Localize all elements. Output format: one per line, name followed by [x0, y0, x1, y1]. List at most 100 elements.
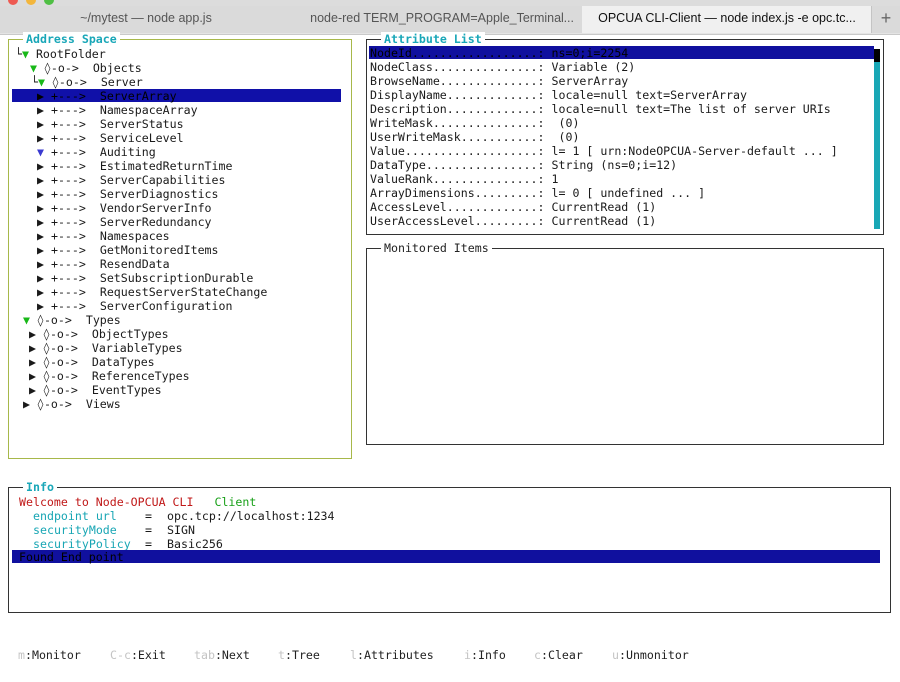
tree-node-rootfolder[interactable]: └▼ RootFolder — [15, 47, 106, 61]
collapsed-triangle-icon[interactable]: ▶ — [37, 229, 51, 243]
tree-node-label: Types — [85, 313, 121, 327]
tree-node-setsubscriptiondurable[interactable]: ▶ +---> SetSubscriptionDurable — [37, 271, 253, 285]
tree-node-namespacearray[interactable]: ▶ +---> NamespaceArray — [37, 103, 198, 117]
new-tab-plus-icon[interactable]: + — [871, 6, 900, 33]
attribute-scrollbar-thumb[interactable] — [874, 49, 880, 62]
tree-node-objects[interactable]: ▼ ◊-o-> Objects — [23, 61, 142, 75]
collapsed-triangle-icon[interactable]: ▶ — [37, 103, 51, 117]
tree-node-requestserverstatechange[interactable]: ▶ +---> RequestServerStateChange — [37, 285, 267, 299]
minimize-window-icon[interactable] — [26, 0, 36, 5]
collapsed-triangle-icon[interactable]: ▶ — [37, 257, 51, 271]
tree-node-resenddata[interactable]: ▶ +---> ResendData — [37, 257, 170, 271]
attribute-row[interactable]: DisplayName.............: locale=null te… — [370, 88, 747, 102]
tree-node-objecttypes[interactable]: ▶ ◊-o-> ObjectTypes — [29, 327, 169, 341]
collapsed-triangle-icon[interactable]: ▶ — [37, 285, 51, 299]
collapsed-triangle-icon[interactable]: ▶ — [37, 173, 51, 187]
collapsed-triangle-icon[interactable]: ▶ — [29, 383, 43, 397]
expanded-triangle-icon[interactable]: ▼ — [30, 61, 44, 75]
expanded-triangle-icon[interactable]: ▼ — [38, 75, 52, 89]
attribute-row[interactable]: NodeClass...............: Variable (2) — [370, 60, 635, 74]
tree-node-label: SetSubscriptionDurable — [99, 271, 254, 285]
tab-opcua-cli[interactable]: OPCUA CLI-Client — node index.js -e opc.… — [582, 6, 873, 33]
collapsed-triangle-icon[interactable]: ▶ — [37, 201, 51, 215]
collapsed-triangle-icon[interactable]: ▶ — [37, 271, 51, 285]
tree-node-views[interactable]: ▶ ◊-o-> Views — [23, 397, 121, 411]
tree-node-serverconfiguration[interactable]: ▶ +---> ServerConfiguration — [37, 299, 232, 313]
collapsed-triangle-icon[interactable]: ▶ — [29, 355, 43, 369]
attribute-list-panel[interactable]: Attribute List NodeId..................:… — [366, 32, 884, 235]
info-field-key: endpoint url — [33, 509, 117, 523]
status-highlight — [12, 550, 880, 563]
tree-node-server[interactable]: └▼ ◊-o-> Server — [31, 75, 143, 89]
attribute-row[interactable]: BrowseName..............: ServerArray — [370, 74, 628, 88]
tree-node-label: Objects — [92, 61, 142, 75]
attribute-scrollbar[interactable] — [874, 49, 880, 229]
shortcut-next: tab:Next — [194, 648, 278, 662]
address-space-panel[interactable]: Address Space └▼ RootFolder ▼ ◊-o-> Obje… — [8, 32, 352, 459]
tree-node-auditing[interactable]: ▼ +---> Auditing — [37, 145, 156, 159]
info-field-separator: = — [145, 537, 152, 551]
tree-node-label: Auditing — [99, 145, 156, 159]
tree-node-serverarray[interactable]: ▶ +---> ServerArray — [37, 89, 177, 103]
tree-node-estimatedreturntime[interactable]: ▶ +---> EstimatedReturnTime — [37, 159, 232, 173]
attribute-row[interactable]: DataType................: String (ns=0;i… — [370, 158, 677, 172]
collapsed-triangle-icon[interactable]: ▶ — [37, 215, 51, 229]
info-field-separator: = — [145, 509, 152, 523]
tree-node-variabletypes[interactable]: ▶ ◊-o-> VariableTypes — [29, 341, 183, 355]
attribute-row[interactable]: Description.............: locale=null te… — [370, 102, 831, 116]
tree-node-eventtypes[interactable]: ▶ ◊-o-> EventTypes — [29, 383, 162, 397]
expanded-triangle-icon[interactable]: ▼ — [22, 47, 36, 61]
attribute-row[interactable]: AccessLevel.............: CurrentRead (1… — [370, 200, 656, 214]
collapsed-triangle-icon[interactable]: ▶ — [37, 131, 51, 145]
collapsed-triangle-icon[interactable]: ▶ — [37, 117, 51, 131]
tree-node-referencetypes[interactable]: ▶ ◊-o-> ReferenceTypes — [29, 369, 190, 383]
collapsed-triangle-icon[interactable]: ▶ — [37, 159, 51, 173]
tree-node-types[interactable]: ▼ ◊-o-> Types — [23, 313, 121, 327]
shortcut-key: m — [18, 648, 25, 662]
tree-node-serverdiagnostics[interactable]: ▶ +---> ServerDiagnostics — [37, 187, 219, 201]
tree-node-servercapabilities[interactable]: ▶ +---> ServerCapabilities — [37, 173, 225, 187]
tree-node-vendorserverinfo[interactable]: ▶ +---> VendorServerInfo — [37, 201, 212, 215]
tree-node-servicelevel[interactable]: ▶ +---> ServiceLevel — [37, 131, 184, 145]
attribute-row[interactable]: ArrayDimensions.........: l= 0 [ undefin… — [370, 186, 705, 200]
tree-node-getmonitoreditems[interactable]: ▶ +---> GetMonitoredItems — [37, 243, 219, 257]
collapsed-triangle-icon[interactable]: ▶ — [37, 299, 51, 313]
tab-node-red[interactable]: node-red TERM_PROGRAM=Apple_Terminal ... — [292, 6, 583, 33]
collapsed-triangle-icon[interactable]: ▶ — [23, 397, 37, 411]
collapsed-triangle-icon[interactable]: ▶ — [37, 243, 51, 257]
info-title: Info — [23, 480, 57, 494]
attribute-value: CurrentRead (1) — [551, 214, 657, 228]
attribute-value: ns=0;i=2254 — [551, 46, 629, 60]
tree-node-serverredundancy[interactable]: ▶ +---> ServerRedundancy — [37, 215, 212, 229]
attribute-value: (0) — [551, 130, 580, 144]
tree-node-serverstatus[interactable]: ▶ +---> ServerStatus — [37, 117, 184, 131]
attribute-row[interactable]: UserAccessLevel.........: CurrentRead (1… — [370, 214, 656, 228]
attribute-row[interactable]: NodeId..................: ns=0;i=2254 — [370, 46, 628, 60]
monitored-items-panel[interactable]: Monitored Items — [366, 241, 884, 445]
attribute-row[interactable]: ValueRank...............: 1 — [370, 172, 558, 186]
monitored-items-title: Monitored Items — [381, 241, 492, 255]
collapsed-triangle-icon[interactable]: ▶ — [29, 327, 43, 341]
attribute-value: locale=null text=The list of server URIs — [551, 102, 831, 116]
close-window-icon[interactable] — [8, 0, 18, 5]
attribute-row[interactable]: UserWriteMask...........: (0) — [370, 130, 579, 144]
info-panel[interactable]: Info Welcome to Node-OPCUA CLI Client en… — [8, 480, 891, 613]
expanded-triangle-icon[interactable]: ▼ — [23, 313, 37, 327]
tree-node-namespaces[interactable]: ▶ +---> Namespaces — [37, 229, 170, 243]
collapsed-triangle-icon[interactable]: ▶ — [29, 369, 43, 383]
node-reference-prefix: ◊-o-> — [42, 369, 78, 383]
attribute-key: UserAccessLevel.........: — [370, 214, 545, 228]
collapsed-triangle-icon[interactable]: ▶ — [37, 187, 51, 201]
tree-node-datatypes[interactable]: ▶ ◊-o-> DataTypes — [29, 355, 155, 369]
expanded-triangle-icon[interactable]: ▼ — [37, 145, 51, 159]
tree-node-label: RootFolder — [35, 47, 106, 61]
tab-mytest[interactable]: ~/mytest — node app.js — [0, 6, 293, 33]
collapsed-triangle-icon[interactable]: ▶ — [29, 341, 43, 355]
attribute-row[interactable]: Value...................: l= 1 [ urn:Nod… — [370, 144, 838, 158]
collapsed-triangle-icon[interactable]: ▶ — [37, 89, 51, 103]
node-reference-prefix: +---> — [50, 201, 86, 215]
zoom-window-icon[interactable] — [44, 0, 54, 5]
tree-node-label: ServerConfiguration — [99, 299, 233, 313]
tree-node-label: ObjectTypes — [91, 327, 169, 341]
attribute-row[interactable]: WriteMask...............: (0) — [370, 116, 579, 130]
